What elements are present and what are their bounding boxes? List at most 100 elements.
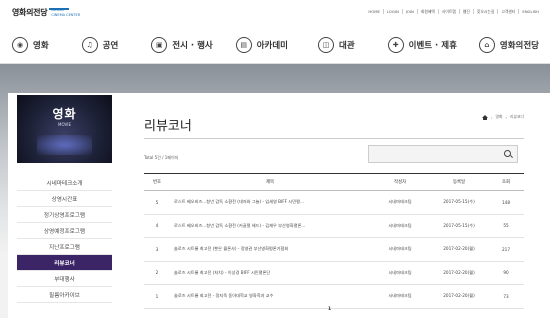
nav-item-events[interactable]: ✚ 이벤트 · 제휴	[387, 36, 457, 53]
nav-label: 아카데미	[256, 40, 288, 51]
cell-views: 217	[502, 246, 510, 252]
link-webzine[interactable]: 웹진	[458, 9, 473, 14]
breadcrumb-separator: ›	[490, 114, 493, 120]
cell-views: 73	[503, 293, 509, 299]
table-header-row: 번호 제목 작성자 등록일 조회	[144, 173, 524, 191]
breadcrumb-separator: ›	[505, 114, 508, 120]
header-date: 등록일	[452, 180, 466, 185]
nav-item-movie[interactable]: ◉ 영화	[12, 36, 49, 53]
sidebar-banner: 영화 MOVIE	[17, 95, 112, 163]
sidebar-menu: 시네마테크소개 상영시간표 정기상영프로그램 상영예정프로그램 지난프로그램 리…	[17, 175, 112, 303]
table-row: 3 솔로즈 시트롱 최고전 (뿐은 월론사) - 정영권 부산영화평론가협회 시…	[144, 238, 524, 262]
nav-label: 전시 · 행사	[172, 40, 213, 51]
folder-icon: ◫	[318, 36, 334, 53]
cell-subject-link[interactable]: 솔로즈 시트롱 최고전 (뿐은 월론사) - 정영권 부산영화평론가협회	[170, 238, 370, 262]
table-row: 2 솔로즈 시트롱 최고전 (처치) - 이상경 BIFF 시민평론단 시네마테…	[144, 261, 524, 285]
sidebar-item-film-archive[interactable]: 필름아카이브	[17, 287, 112, 303]
sidebar-item-regular-program[interactable]: 정기상영프로그램	[17, 207, 112, 223]
breadcrumb-item-review[interactable]: 리뷰코너	[510, 114, 524, 120]
page-title: 리뷰코너	[144, 119, 192, 134]
cell-views: 90	[503, 270, 509, 276]
search-input[interactable]	[369, 146, 499, 162]
sidebar-item-upcoming-program[interactable]: 상영예정프로그램	[17, 223, 112, 239]
pagination-page-1[interactable]: 1	[328, 307, 331, 312]
title-divider	[144, 138, 524, 139]
gift-icon: ✚	[387, 36, 404, 53]
link-sitemap[interactable]: 사이트맵	[437, 9, 459, 14]
cell-subject-link[interactable]: 솔로즈 시트롱 최고전 (처치) - 이상경 BIFF 시민평론단	[170, 261, 370, 285]
cell-date: 2017-02-20(월)	[443, 269, 475, 275]
logo-korean-text: 영화의전당	[12, 8, 48, 17]
sidebar-subtitle: MOVIE	[58, 122, 71, 127]
cell-author: 시네마테크팀	[388, 246, 412, 252]
nav-item-academy[interactable]: ▤ 아카데미	[235, 36, 288, 53]
nav-label: 영화	[33, 40, 49, 51]
review-table: 번호 제목 작성자 등록일 조회 5 로스트 베오비즈...청년 감독 소환전 …	[144, 173, 524, 309]
sidebar-item-side-events[interactable]: 부대행사	[17, 271, 112, 287]
sidebar-title: 영화	[52, 107, 77, 121]
banner-glow	[37, 135, 92, 155]
sidebar-item-review-corner[interactable]: 리뷰코너	[17, 255, 112, 271]
content-panel: 영화 MOVIE 시네마테크소개 상영시간표 정기상영프로그램 상영예정프로그램…	[8, 93, 550, 318]
main-navigation: ◉ 영화 ♫ 공연 ▣ 전시 · 행사 ▤ 아카데미 ◫ 대관 ✚ 이벤트 · …	[0, 26, 550, 64]
link-join[interactable]: JOIN	[401, 9, 417, 14]
link-directions[interactable]: 찾오시는길	[472, 9, 497, 14]
nav-item-about[interactable]: ⌂ 영화의전당	[478, 36, 539, 53]
cell-author: 시네마테크팀	[388, 199, 412, 205]
cell-author: 시네마테크팀	[388, 269, 412, 275]
home-icon[interactable]	[481, 114, 488, 120]
cell-subject-link[interactable]: 솔로즈 시트롱 회고전 - 정지욱 동아대학교 영화학과 교수	[170, 285, 370, 309]
cell-date: 2017-05-15(수)	[443, 199, 475, 205]
cell-number: 4	[155, 223, 159, 229]
music-note-icon: ♫	[81, 36, 98, 53]
cell-subject-link[interactable]: 로스트 베오비즈...청년 감독 소환전 (커골럴 헤드) - 김재우 부산영화…	[170, 214, 370, 238]
site-logo[interactable]: 영화의전당 BUSAN CINEMA CENTER	[12, 7, 80, 18]
nav-label: 대관	[339, 40, 355, 51]
cell-number: 2	[155, 270, 159, 276]
table-row: 1 솔로즈 시트롱 회고전 - 정지욱 동아대학교 영화학과 교수 시네마테크팀…	[144, 285, 524, 309]
link-login[interactable]: LOGIN	[382, 9, 402, 14]
breadcrumb: › 영화 › 리뷰코너	[481, 114, 524, 120]
utility-links: HOME LOGIN JOIN 회원혜택 사이트맵 웹진 찾오시는길 고객센터 …	[365, 9, 542, 14]
header-views: 조회	[501, 180, 511, 185]
breadcrumb-item-movie[interactable]: 영화	[495, 114, 502, 120]
link-home[interactable]: HOME	[365, 9, 383, 14]
header-subject: 제목	[265, 180, 275, 185]
cell-views: 55	[503, 223, 509, 229]
nav-item-rental[interactable]: ◫ 대관	[318, 36, 355, 53]
total-count: Total 5건 / 1페이지	[144, 155, 179, 160]
link-customer-center[interactable]: 고객센터	[497, 9, 518, 14]
link-member-benefits[interactable]: 회원혜택	[416, 9, 438, 14]
logo-english-line-2: CINEMA CENTER	[51, 12, 81, 17]
nav-item-performance[interactable]: ♫ 공연	[81, 36, 119, 53]
cell-number: 1	[155, 293, 159, 299]
cell-date: 2017-05-15(수)	[443, 222, 475, 228]
film-reel-icon: ◉	[12, 36, 28, 53]
cell-number: 3	[155, 246, 159, 252]
cell-author: 시네마테크팀	[388, 293, 412, 299]
sidebar: 영화 MOVIE 시네마테크소개 상영시간표 정기상영프로그램 상영예정프로그램…	[17, 95, 112, 303]
book-icon: ▤	[235, 36, 252, 53]
gallery-icon: ▣	[151, 36, 168, 53]
cell-author: 시네마테크팀	[388, 222, 412, 228]
table-row: 5 로스트 베오비즈...청년 감독 소환전 (대저와 그늘) - 임세영 BI…	[144, 191, 524, 215]
cell-date: 2017-02-20(월)	[443, 246, 475, 252]
top-bar: 영화의전당 BUSAN CINEMA CENTER HOME LOGIN JOI…	[0, 0, 550, 26]
header-author: 작성자	[393, 180, 407, 185]
cell-subject-link[interactable]: 로스트 베오비즈...청년 감독 소환전 (대저와 그늘) - 임세영 BIFF…	[170, 191, 370, 215]
logo-accent-bar	[49, 8, 69, 10]
nav-label: 공연	[102, 40, 119, 51]
sidebar-item-cinematheque[interactable]: 시네마테크소개	[17, 175, 112, 191]
cell-number: 5	[155, 199, 159, 205]
building-icon: ⌂	[478, 36, 495, 53]
search-icon[interactable]	[504, 150, 512, 158]
sidebar-item-past-program[interactable]: 지난프로그램	[17, 239, 112, 255]
nav-label: 영화의전당	[499, 40, 539, 51]
link-english[interactable]: ENGLISH	[518, 9, 542, 14]
table-row: 4 로스트 베오비즈...청년 감독 소환전 (커골럴 헤드) - 김재우 부산…	[144, 214, 524, 238]
sidebar-item-schedule[interactable]: 상영시간표	[17, 191, 112, 207]
cell-date: 2017-02-20(월)	[443, 293, 475, 299]
nav-item-exhibition[interactable]: ▣ 전시 · 행사	[151, 36, 213, 53]
search-box	[368, 145, 518, 163]
header-number: 번호	[152, 180, 162, 185]
